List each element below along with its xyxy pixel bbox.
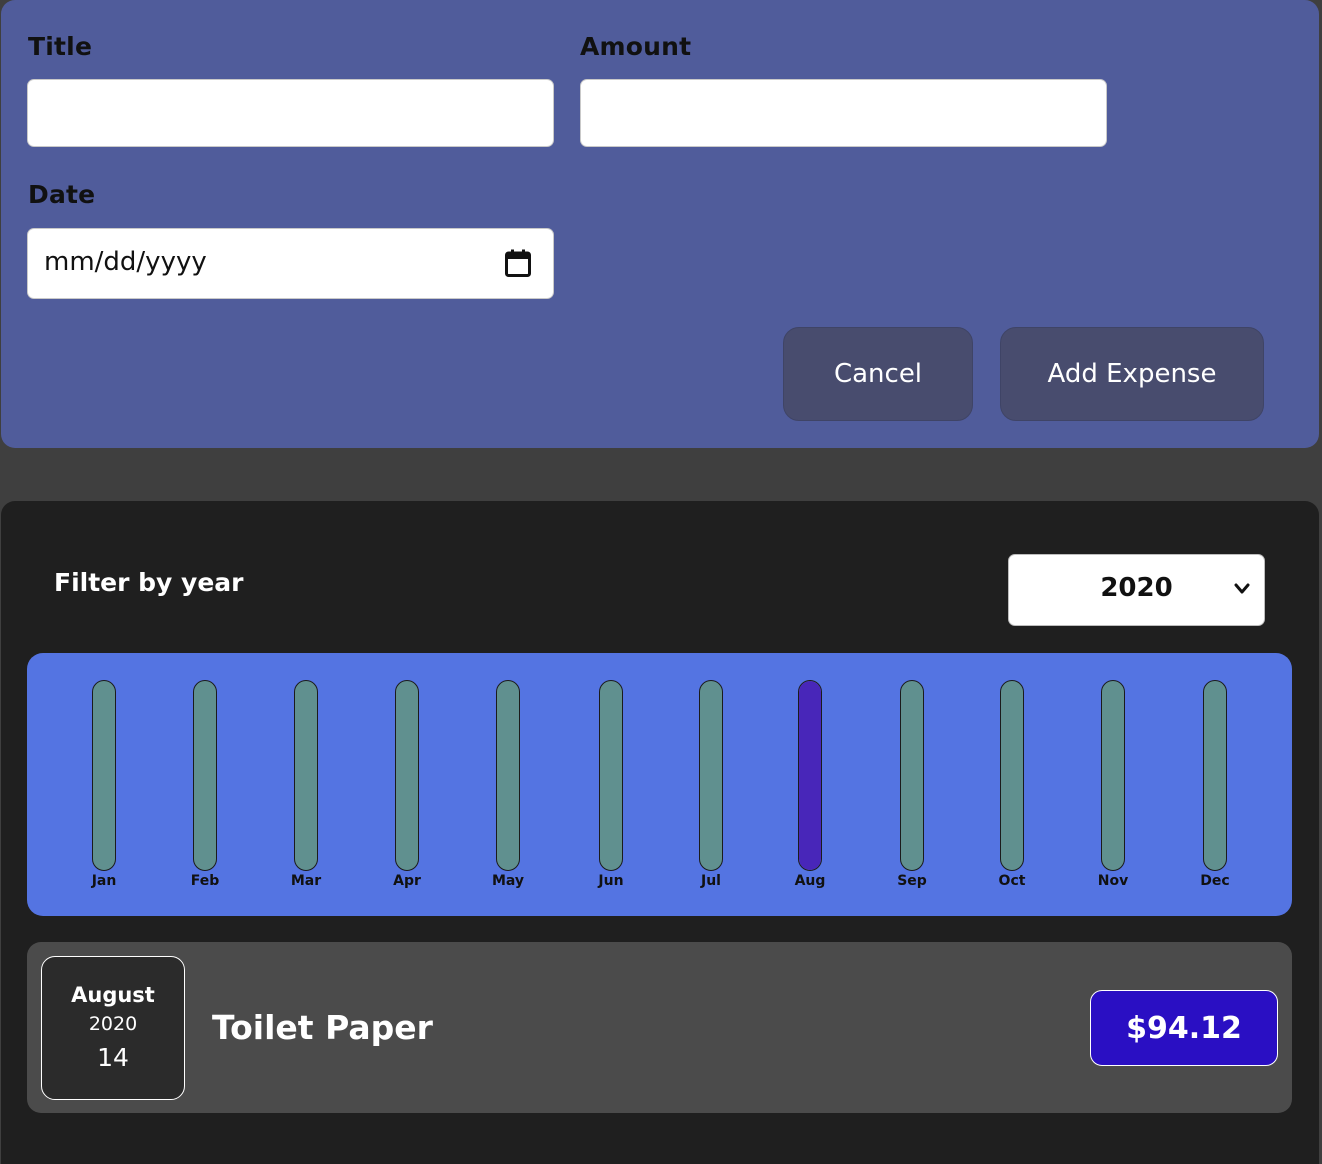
expense-title: Toilet Paper (212, 1008, 433, 1047)
chart-bar-apr: Apr (393, 680, 421, 901)
chart-bar-track (1000, 680, 1024, 871)
chart-bar-label: Sep (897, 873, 927, 889)
chart-bar-oct: Oct (998, 680, 1026, 901)
expense-amount: $94.12 (1090, 990, 1278, 1066)
chart-bar-label: Dec (1200, 873, 1230, 889)
chart-bar-track (395, 680, 419, 871)
chart-bar-label: May (491, 873, 525, 889)
chart-bar-label: Aug (794, 873, 826, 889)
chart-bar-feb: Feb (190, 680, 220, 901)
chart-bar-track (294, 680, 318, 871)
chart-bar-label: Jun (598, 873, 624, 889)
chart-bar-track (496, 680, 520, 871)
chart-bar-track (1203, 680, 1227, 871)
chart-bar-label: Jul (701, 873, 721, 889)
year-select-value: 2020 (1100, 573, 1173, 603)
cancel-button[interactable]: Cancel (783, 327, 973, 421)
expenses-chart: Jan Feb Mar Apr May Jun Jul Aug Sep Oct Nov Dec (27, 653, 1292, 916)
chart-bar-label: Oct (998, 873, 1026, 889)
chart-bar-track (699, 680, 723, 871)
year-select[interactable]: 2020 (1008, 554, 1265, 626)
chart-bar-may: May (492, 680, 524, 901)
chart-bar-label: Apr (393, 873, 421, 889)
chart-bar-track (599, 680, 623, 871)
new-expense-form: Title Amount Date mm/dd/yyyy Cancel Add … (1, 0, 1319, 448)
chart-bar-label: Nov (1097, 873, 1129, 889)
chart-bar-jun: Jun (598, 680, 624, 901)
chart-bar-track (900, 680, 924, 871)
expense-date: August 2020 14 (41, 956, 185, 1100)
date-placeholder: mm/dd/yyyy (44, 247, 207, 277)
filter-label: Filter by year (54, 568, 244, 597)
expense-item: August 2020 14 Toilet Paper $94.12 (27, 942, 1292, 1113)
amount-input[interactable] (580, 79, 1107, 147)
calendar-icon[interactable] (505, 249, 531, 277)
date-input[interactable]: mm/dd/yyyy (27, 228, 554, 299)
expense-date-day: 14 (97, 1043, 129, 1072)
chart-bar-aug: Aug (795, 680, 825, 901)
chart-bar-mar: Mar (290, 680, 322, 901)
date-label: Date (28, 180, 96, 209)
chart-bar-track (92, 680, 116, 871)
chart-bar-fill (799, 681, 821, 870)
add-expense-button[interactable]: Add Expense (1000, 327, 1264, 421)
title-input[interactable] (27, 79, 554, 147)
chart-bar-label: Jan (91, 873, 117, 889)
chart-bar-jul: Jul (699, 680, 723, 901)
expense-date-month: August (71, 983, 155, 1007)
amount-label: Amount (580, 32, 692, 61)
chart-bar-nov: Nov (1097, 680, 1129, 901)
chart-bar-jan: Jan (92, 680, 116, 901)
title-label: Title (28, 32, 93, 61)
chart-bar-track (193, 680, 217, 871)
chart-bar-label: Mar (290, 873, 322, 889)
chart-bar-label: Feb (190, 873, 220, 889)
chevron-down-icon (1234, 583, 1250, 594)
chart-bar-track (1101, 680, 1125, 871)
expense-date-year: 2020 (88, 1013, 138, 1035)
chart-bar-track (798, 680, 822, 871)
expenses-panel: Filter by year 2020 Jan Feb Mar Apr May Jun Ju… (1, 501, 1319, 1164)
chart-bar-sep: Sep (897, 680, 927, 901)
chart-bar-dec: Dec (1200, 680, 1230, 901)
